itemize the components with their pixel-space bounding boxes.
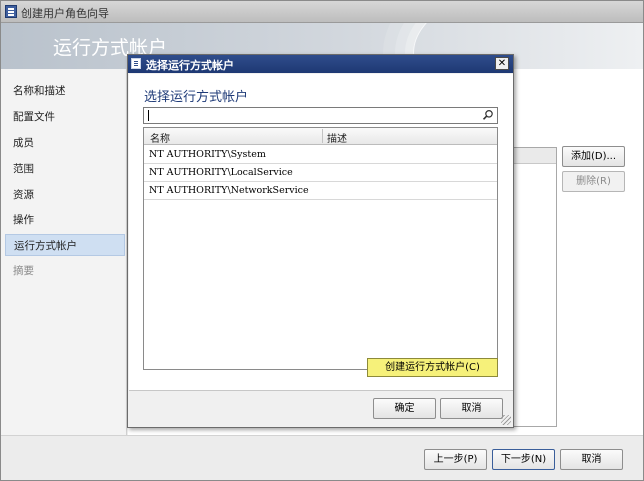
ok-button[interactable]: 确定: [373, 398, 436, 419]
dialog-footer: 确定 取消: [129, 390, 513, 427]
next-button[interactable]: 下一步(N): [492, 449, 555, 470]
create-run-as-account-button[interactable]: 创建运行方式帐户(C): [367, 358, 498, 377]
window-title: 创建用户角色向导: [21, 7, 109, 20]
column-header-name[interactable]: 名称: [150, 130, 170, 145]
table-row[interactable]: NT AUTHORITY\LocalService: [144, 164, 497, 182]
table-row[interactable]: NT AUTHORITY\System: [144, 146, 497, 164]
dialog-window-icon: [131, 58, 141, 69]
nav-item-name-description[interactable]: 名称和描述: [5, 80, 125, 102]
add-button[interactable]: 添加(D)...: [562, 146, 625, 167]
text-caret: [148, 110, 149, 121]
app-window-icon: [5, 5, 17, 18]
wizard-footer: 上一步(P) 下一步(N) 取消: [1, 435, 643, 480]
nav-item-profile[interactable]: 配置文件: [5, 106, 125, 128]
run-as-accounts-list[interactable]: [513, 147, 557, 427]
cancel-button[interactable]: 取消: [560, 449, 623, 470]
wizard-window: 创建用户角色向导 运行方式帐户 名称和描述 配置文件 成员 范围 资源 操作 运…: [0, 0, 644, 481]
remove-button: 删除(R): [562, 171, 625, 192]
table-row[interactable]: NT AUTHORITY\NetworkService: [144, 182, 497, 200]
nav-item-resources[interactable]: 资源: [5, 184, 125, 206]
search-input[interactable]: [143, 107, 498, 124]
row-name: NT AUTHORITY\NetworkService: [149, 185, 309, 196]
close-icon[interactable]: ✕: [495, 57, 509, 70]
dialog-title: 选择运行方式帐户: [146, 59, 234, 72]
nav-item-run-as-accounts[interactable]: 运行方式帐户: [5, 234, 125, 256]
nav-item-members[interactable]: 成员: [5, 132, 125, 154]
dialog-body: 选择运行方式帐户 名称 描述 NT AUTHORITY\System NT AU…: [129, 74, 513, 390]
search-icon[interactable]: [482, 109, 494, 121]
dialog-cancel-button[interactable]: 取消: [440, 398, 503, 419]
column-separator[interactable]: [322, 129, 323, 143]
resize-grip[interactable]: [501, 415, 511, 425]
accounts-table[interactable]: 名称 描述 NT AUTHORITY\System NT AUTHORITY\L…: [143, 127, 498, 370]
column-header-description[interactable]: 描述: [327, 130, 347, 145]
nav-item-operations[interactable]: 操作: [5, 209, 125, 231]
nav-item-scope[interactable]: 范围: [5, 158, 125, 180]
nav-item-summary: 摘要: [13, 265, 34, 277]
list-header: [514, 148, 556, 164]
dialog-titlebar[interactable]: 选择运行方式帐户 ✕: [128, 55, 513, 73]
table-header: 名称 描述: [144, 128, 497, 145]
select-run-as-account-dialog: 选择运行方式帐户 ✕ 选择运行方式帐户 名称 描述 NT AUTHORITY\S…: [127, 54, 514, 428]
previous-button[interactable]: 上一步(P): [424, 449, 487, 470]
wizard-steps-nav: 名称和描述 配置文件 成员 范围 资源 操作 运行方式帐户 摘要: [1, 69, 127, 435]
row-name: NT AUTHORITY\LocalService: [149, 167, 293, 178]
window-titlebar[interactable]: 创建用户角色向导: [1, 1, 643, 23]
row-name: NT AUTHORITY\System: [149, 149, 266, 160]
dialog-heading: 选择运行方式帐户: [144, 90, 249, 105]
